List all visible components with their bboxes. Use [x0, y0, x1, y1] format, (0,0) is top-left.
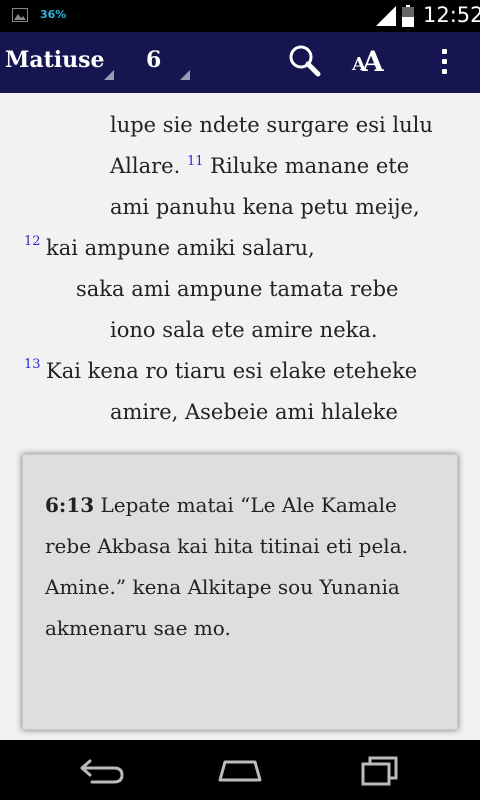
overflow-menu-button[interactable]	[430, 42, 460, 82]
footnote-text: 6:13 Lepate matai “Le Ale Kamale rebe Ak…	[45, 485, 445, 649]
chapter-number: 6	[146, 47, 162, 73]
back-button[interactable]	[70, 748, 130, 792]
text-line: kai ampune amiki salaru,	[46, 236, 315, 260]
navigation-bar	[0, 740, 480, 800]
overflow-menu-icon-dot	[442, 69, 447, 74]
battery-icon	[402, 5, 414, 27]
book-name: Matiuse	[5, 47, 105, 73]
verse-number[interactable]: 13	[24, 357, 41, 372]
picture-notification-icon	[12, 8, 28, 22]
home-icon	[218, 760, 262, 782]
search-button[interactable]	[283, 42, 327, 82]
text-size-button[interactable]: A A	[350, 42, 400, 82]
text-line: Allare. 11 Riluke manane ete	[110, 154, 409, 178]
dropdown-indicator-icon	[180, 70, 190, 80]
text-segment: Riluke manane ete	[203, 154, 410, 178]
text-size-icon: A	[362, 45, 384, 78]
footnote-popup[interactable]: 6:13 Lepate matai “Le Ale Kamale rebe Ak…	[22, 454, 458, 730]
verse-number[interactable]: 12	[24, 234, 41, 249]
signal-icon	[376, 6, 396, 26]
chapter-selector[interactable]: 6	[128, 32, 198, 93]
bible-text-view[interactable]: ​ lupe sie ndete surgare esi lulu Allare…	[0, 93, 480, 740]
search-icon	[289, 45, 321, 77]
back-icon	[80, 759, 124, 784]
home-button[interactable]	[210, 748, 270, 792]
recent-apps-icon	[361, 756, 398, 786]
overflow-menu-icon	[442, 49, 447, 54]
clock: 12:52	[423, 3, 480, 27]
verse-number[interactable]: 11	[187, 154, 204, 169]
text-line: ami panuhu kena petu meije,	[110, 195, 420, 219]
status-bar: 36% 12:52	[0, 0, 480, 32]
dropdown-indicator-icon	[104, 70, 114, 80]
battery-percent: 36%	[40, 8, 67, 21]
text-line: lupe sie ndete surgare esi lulu	[110, 113, 433, 137]
text-segment: Allare.	[110, 154, 187, 178]
footnote-reference: 6:13	[45, 493, 95, 517]
text-line: Kai kena ro tiaru esi elake eteheke	[46, 359, 418, 383]
text-line: saka ami ampune tamata rebe	[76, 277, 399, 301]
action-bar: Matiuse 6 A A	[0, 32, 480, 93]
text-line: amire, Asebeie ami hlaleke	[110, 400, 398, 424]
overflow-menu-icon-dot	[442, 59, 447, 64]
book-selector[interactable]: Matiuse	[0, 32, 118, 93]
recent-apps-button[interactable]	[350, 748, 410, 792]
footnote-body: Lepate matai “Le Ale Kamale rebe Akbasa …	[45, 493, 408, 640]
text-line: iono sala ete amire neka.	[110, 318, 378, 342]
